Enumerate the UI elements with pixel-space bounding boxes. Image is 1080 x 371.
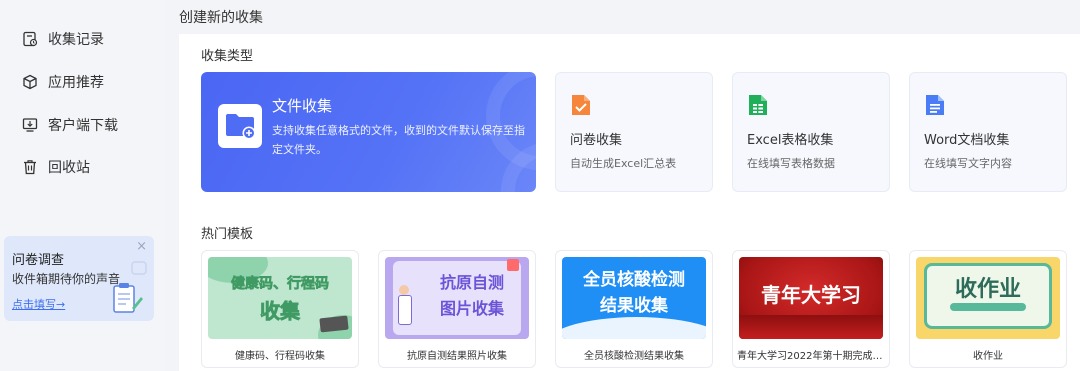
cube-icon — [23, 74, 37, 90]
template-caption: 健康码、行程码收集 — [235, 351, 325, 362]
template-thumb-text: 图片收集 — [439, 299, 504, 318]
header-bar: 创建新的收集 — [165, 0, 1080, 30]
type-card-desc: 在线填写文字内容 — [924, 157, 1012, 170]
template-card-youth-study[interactable]: 青年大学习 青年大学习2022年第十期完成统... — [732, 250, 890, 368]
folder-plus-icon-box — [218, 104, 262, 148]
template-card-health-code[interactable]: 健康码、行程码 收集 健康码、行程码收集 — [201, 250, 359, 368]
clipboard-illustration-icon — [113, 283, 143, 313]
template-caption: 全员核酸检测结果收集 — [584, 351, 684, 362]
section-title-collection-types: 收集类型 — [201, 49, 254, 64]
doc-icon — [926, 95, 944, 115]
page-title: 创建新的收集 — [179, 10, 263, 26]
template-thumbnail: 抗原自测 图片收集 — [385, 257, 529, 339]
type-card-excel[interactable]: Excel表格收集 在线填写表格数据 — [732, 72, 890, 192]
sidebar: 收集记录 应用推荐 客户端下载 回收站 × 问卷调查 收件箱期待你的声音 点击填… — [0, 0, 165, 371]
template-thumbnail: 全员核酸检测 结果收集 — [562, 257, 706, 339]
sidebar-item-label: 客户端下载 — [48, 118, 118, 134]
template-thumb-text: 全员核酸检测 — [583, 270, 685, 290]
type-card-desc: 在线填写表格数据 — [747, 157, 835, 170]
download-icon — [22, 118, 38, 132]
template-caption: 抗原自测结果照片收集 — [407, 351, 507, 362]
main-panel: 收集类型 文件收集 支持收集任意格式的文件，收到的文件默认保存至指定文件夹。 问… — [179, 34, 1080, 371]
trash-icon — [24, 160, 36, 175]
template-caption: 青年大学习2022年第十期完成统... — [737, 351, 889, 362]
template-thumb-text: 收作业 — [954, 277, 1021, 302]
template-thumb-text: 健康码、行程码 — [231, 276, 330, 293]
sidebar-item-label: 收集记录 — [48, 32, 104, 48]
template-thumbnail: 收作业 — [916, 257, 1060, 339]
close-icon[interactable]: × — [136, 239, 147, 254]
template-card-nucleic-acid[interactable]: 全员核酸检测 结果收集 全员核酸检测结果收集 — [555, 250, 713, 368]
template-thumb-text: 结果收集 — [600, 296, 668, 316]
template-caption: 收作业 — [973, 351, 1003, 362]
sidebar-item-client-download[interactable]: 客户端下载 — [0, 105, 165, 145]
template-thumb-text: 青年大学习 — [761, 283, 861, 307]
survey-fill-link[interactable]: 点击填写→ — [12, 296, 65, 312]
template-thumb-text: 抗原自测 — [439, 273, 504, 292]
survey-title: 问卷调查 — [12, 253, 65, 268]
type-card-title: Excel表格收集 — [747, 133, 834, 148]
type-card-desc: 支持收集任意格式的文件，收到的文件默认保存至指定文件夹。 — [272, 124, 525, 156]
questionnaire-icon — [572, 95, 590, 115]
sidebar-item-recycle-bin[interactable]: 回收站 — [0, 147, 165, 187]
folder-plus-icon — [226, 114, 256, 140]
type-card-word[interactable]: Word文档收集 在线填写文字内容 — [909, 72, 1067, 192]
type-card-title: 问卷收集 — [570, 133, 623, 148]
sheet-icon — [749, 95, 767, 115]
type-card-title: Word文档收集 — [924, 133, 1010, 148]
type-card-title: 文件收集 — [272, 97, 333, 115]
template-thumbnail: 青年大学习 — [739, 257, 883, 339]
sidebar-item-collection-records[interactable]: 收集记录 — [0, 19, 165, 59]
template-thumbnail: 健康码、行程码 收集 — [208, 257, 352, 339]
sidebar-item-label: 回收站 — [48, 160, 90, 176]
sidebar-item-label: 应用推荐 — [48, 75, 104, 91]
sidebar-item-app-recommend[interactable]: 应用推荐 — [0, 62, 165, 102]
template-card-antigen[interactable]: 抗原自测 图片收集 抗原自测结果照片收集 — [378, 250, 536, 368]
section-title-hot-templates: 热门模板 — [201, 227, 254, 242]
history-icon — [23, 31, 38, 47]
template-card-homework[interactable]: 收作业 收作业 — [909, 250, 1067, 368]
survey-card: × 问卷调查 收件箱期待你的声音 点击填写→ — [4, 236, 154, 321]
type-card-desc: 自动生成Excel汇总表 — [570, 157, 677, 170]
type-card-file-collection[interactable]: 文件收集 支持收集任意格式的文件，收到的文件默认保存至指定文件夹。 — [201, 72, 536, 192]
survey-subtitle: 收件箱期待你的声音 — [12, 272, 121, 286]
type-card-questionnaire[interactable]: 问卷收集 自动生成Excel汇总表 — [555, 72, 713, 192]
decoration-icon — [131, 261, 147, 275]
